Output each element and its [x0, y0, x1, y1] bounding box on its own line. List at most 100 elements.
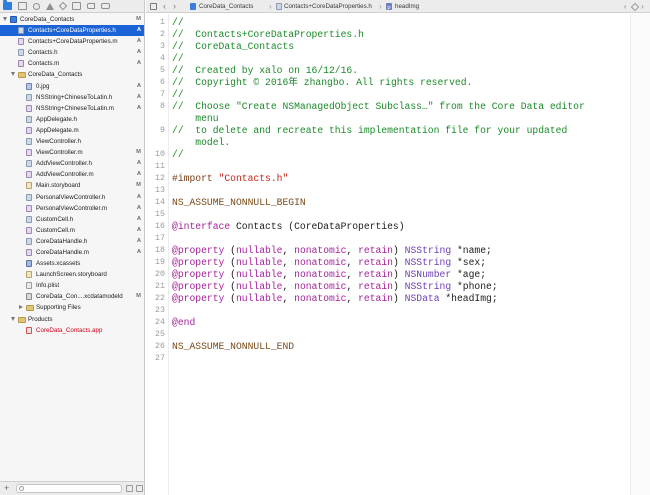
code-line[interactable]: // Created by xalo on 16/12/16.: [172, 65, 358, 77]
navigator-item-label: Contacts+CoreDataProperties.m: [28, 38, 118, 46]
navigator-item-label: Assets.xcassets: [36, 260, 81, 268]
code-line[interactable]: @property (nullable, nonatomic, retain) …: [172, 269, 486, 281]
disclosure-open-triangle-icon[interactable]: [11, 72, 15, 77]
next-issue-chevron-icon[interactable]: ›: [641, 0, 644, 13]
code-token-comment: // to delete and recreate this implement…: [172, 125, 568, 136]
report-navigator-speech-icon[interactable]: [101, 3, 110, 9]
line-number: 21: [155, 282, 165, 291]
navigator-item[interactable]: Supporting Files: [0, 302, 144, 313]
disclosure-open-triangle-icon[interactable]: [3, 17, 7, 21]
navigator-item[interactable]: AppDelegate.m: [0, 125, 144, 136]
code-line[interactable]: // Contacts+CoreDataProperties.h: [172, 29, 364, 41]
navigator-item[interactable]: ViewController.m M: [0, 147, 144, 158]
navigator-item[interactable]: Contacts.h A: [0, 47, 144, 58]
find-navigator-search-icon[interactable]: [33, 2, 40, 10]
navigator-item[interactable]: CustomCell.m A: [0, 225, 144, 236]
recent-files-clock-icon[interactable]: [126, 485, 133, 492]
data-model-file-icon: [26, 293, 32, 301]
issue-navigator-diamond-icon[interactable]: [630, 2, 640, 12]
forward-chevron-icon[interactable]: ›: [173, 0, 176, 13]
code-line[interactable]: @end: [172, 317, 195, 329]
code-line[interactable]: model.: [172, 137, 230, 149]
related-items-grid-icon[interactable]: [150, 3, 157, 10]
scm-status-badge: M: [136, 293, 141, 300]
symbol-navigator-icon[interactable]: [18, 2, 27, 10]
navigator-item[interactable]: CoreDataHandle.h A: [0, 236, 144, 247]
code-token-keyword: @property: [172, 245, 225, 256]
line-number: 17: [155, 234, 165, 243]
jumpbar-separator-icon: ›: [269, 2, 272, 11]
navigator-item[interactable]: Contacts.m A: [0, 58, 144, 69]
code-token-comment: //: [172, 17, 184, 28]
code-token-plain: *name;: [451, 245, 492, 256]
code-line[interactable]: // Choose "Create NSManagedObject Subcla…: [172, 101, 585, 113]
jumpbar-crumb-symbol[interactable]: headImg: [395, 0, 419, 13]
code-token-keyword: @property: [172, 269, 225, 280]
code-line[interactable]: NS_ASSUME_NONNULL_END: [172, 341, 294, 353]
code-line[interactable]: @property (nullable, nonatomic, retain) …: [172, 257, 486, 269]
code-token-comment: // Created by xalo on 16/12/16.: [172, 65, 359, 76]
code-line[interactable]: //: [172, 53, 184, 65]
code-token-plain: *sex;: [451, 257, 487, 268]
disclosure-open-triangle-icon[interactable]: [11, 316, 15, 321]
code-line[interactable]: // CoreData_Contacts: [172, 41, 294, 53]
navigator-item[interactable]: AddViewController.m A: [0, 169, 144, 180]
navigator-item[interactable]: NSString+ChineseToLatin.h A: [0, 92, 144, 103]
jumpbar-crumb-project[interactable]: CoreData_Contacts: [199, 0, 253, 13]
code-line[interactable]: menu: [172, 113, 218, 125]
editor-scroll-area[interactable]: [630, 14, 650, 495]
navigator-item[interactable]: CoreData_Contacts.app: [0, 325, 144, 336]
navigator-item[interactable]: PersonalViewController.m A: [0, 203, 144, 214]
navigator-item-label: CoreData_Con....xcdatamodeld: [36, 293, 123, 301]
scm-status-badge: M: [136, 149, 141, 156]
navigator-item[interactable]: Contacts+CoreDataProperties.m A: [0, 36, 144, 47]
code-line[interactable]: NS_ASSUME_NONNULL_BEGIN: [172, 197, 306, 209]
add-file-plus-icon[interactable]: +: [4, 483, 9, 494]
navigator-item[interactable]: Info.plist: [0, 280, 144, 291]
navigator-item[interactable]: Assets.xcassets: [0, 258, 144, 269]
navigator-item[interactable]: CoreData_Contacts M: [0, 14, 144, 25]
navigator-item[interactable]: AddViewController.h A: [0, 158, 144, 169]
navigator-item[interactable]: CoreDataHandle.m A: [0, 247, 144, 258]
navigator-item[interactable]: CoreData_Contacts: [0, 69, 144, 80]
code-line[interactable]: @property (nullable, nonatomic, retain) …: [172, 281, 498, 293]
scm-modified-filter-icon[interactable]: [136, 485, 143, 492]
code-line[interactable]: @interface Contacts (CoreDataProperties): [172, 221, 405, 233]
code-line[interactable]: //: [172, 17, 184, 29]
navigator-filter-field[interactable]: [16, 484, 122, 493]
disclosure-closed-triangle-icon[interactable]: [19, 305, 23, 310]
project-navigator-folder-icon[interactable]: [3, 0, 12, 10]
code-line[interactable]: // Copyright © 2016年 zhangbo. All rights…: [172, 77, 472, 89]
jumpbar-crumb-file[interactable]: Contacts+CoreDataProperties.h: [284, 0, 372, 13]
code-line[interactable]: // to delete and recreate this implement…: [172, 125, 567, 137]
source-editor[interactable]: //// Contacts+CoreDataProperties.h// Cor…: [170, 14, 628, 495]
navigator-item[interactable]: ViewController.h: [0, 136, 144, 147]
code-token-keyword: nullable: [235, 281, 283, 292]
breakpoint-navigator-tag-icon[interactable]: [87, 3, 95, 9]
navigator-item[interactable]: 0.jpg A: [0, 81, 144, 92]
navigator-item[interactable]: LaunchScreen.storyboard: [0, 269, 144, 280]
previous-issue-chevron-icon[interactable]: ‹: [624, 0, 627, 13]
navigator-item[interactable]: CoreData_Con....xcdatamodeld M: [0, 291, 144, 302]
navigator-item[interactable]: AppDelegate.h: [0, 114, 144, 125]
code-token-plain: *age;: [451, 269, 487, 280]
code-line[interactable]: @property (nullable, nonatomic, retain) …: [172, 245, 492, 257]
scm-status-badge: A: [136, 215, 141, 222]
code-token-keyword: nullable: [235, 257, 283, 268]
debug-navigator-icon[interactable]: [72, 2, 81, 10]
code-line[interactable]: //: [172, 149, 184, 161]
navigator-item[interactable]: CustomCell.h A: [0, 214, 144, 225]
code-line[interactable]: //: [172, 89, 184, 101]
navigator-item[interactable]: PersonalViewController.h A: [0, 192, 144, 203]
navigator-item[interactable]: NSString+ChineseToLatin.m A: [0, 103, 144, 114]
issue-navigator-warning-icon[interactable]: [46, 2, 54, 10]
navigator-item[interactable]: Contacts+CoreDataProperties.h A: [0, 25, 144, 37]
scm-status-badge: M: [136, 182, 141, 189]
navigator-item[interactable]: Products: [0, 314, 144, 325]
code-line[interactable]: @property (nullable, nonatomic, retain) …: [172, 293, 498, 305]
code-line[interactable]: #import "Contacts.h": [172, 173, 288, 185]
back-chevron-icon[interactable]: ‹: [163, 0, 166, 13]
source-file-icon: [18, 38, 24, 46]
navigator-item[interactable]: Main.storyboard M: [0, 180, 144, 191]
test-navigator-diamond-icon[interactable]: [58, 1, 68, 11]
